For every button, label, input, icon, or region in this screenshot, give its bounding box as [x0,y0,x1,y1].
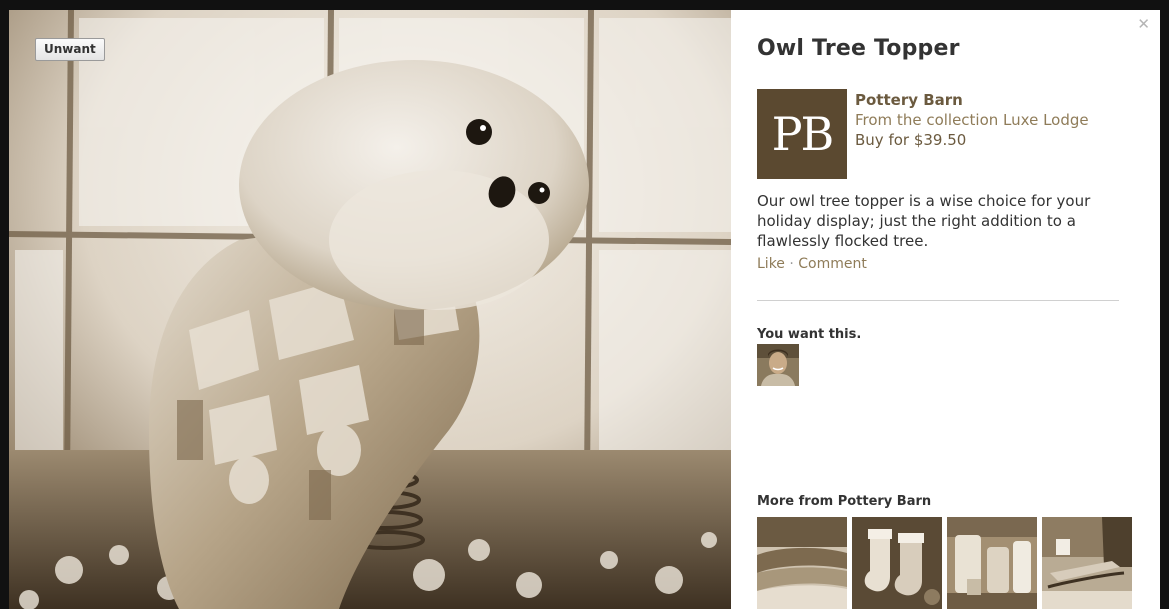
like-comment-actions: Like · Comment [757,256,867,272]
comment-link[interactable]: Comment [798,256,867,272]
product-thumb-sled[interactable] [1042,517,1132,609]
brand-info: Pottery Barn From the collection Luxe Lo… [855,90,1089,150]
product-thumb-candles[interactable] [947,517,1037,609]
pottery-barn-logo[interactable]: PB [757,89,847,179]
brand-name-link[interactable]: Pottery Barn [855,90,1089,110]
unwant-button[interactable]: Unwant [35,38,105,61]
owl-photo-image [9,10,731,609]
product-thumb-blankets[interactable] [757,517,847,609]
product-dialog: Unwant ✕ Owl Tree Topper PB Pottery Barn… [9,10,1160,609]
product-photo: Unwant [9,10,731,609]
product-thumb-stockings[interactable] [852,517,942,609]
close-icon[interactable]: ✕ [1137,14,1150,34]
product-description: Our owl tree topper is a wise choice for… [757,192,1091,250]
more-from-brand-label: More from Pottery Barn [757,494,932,509]
you-want-this-label: You want this. [757,327,862,342]
like-link[interactable]: Like [757,256,785,272]
product-title: Owl Tree Topper [757,36,960,61]
buy-link[interactable]: Buy for $39.50 [855,130,1089,150]
user-avatar[interactable] [757,344,799,386]
collection-link[interactable]: From the collection Luxe Lodge [855,110,1089,130]
product-info-panel: ✕ Owl Tree Topper PB Pottery Barn From t… [731,10,1160,609]
divider [757,300,1119,301]
action-separator: · [789,256,794,272]
